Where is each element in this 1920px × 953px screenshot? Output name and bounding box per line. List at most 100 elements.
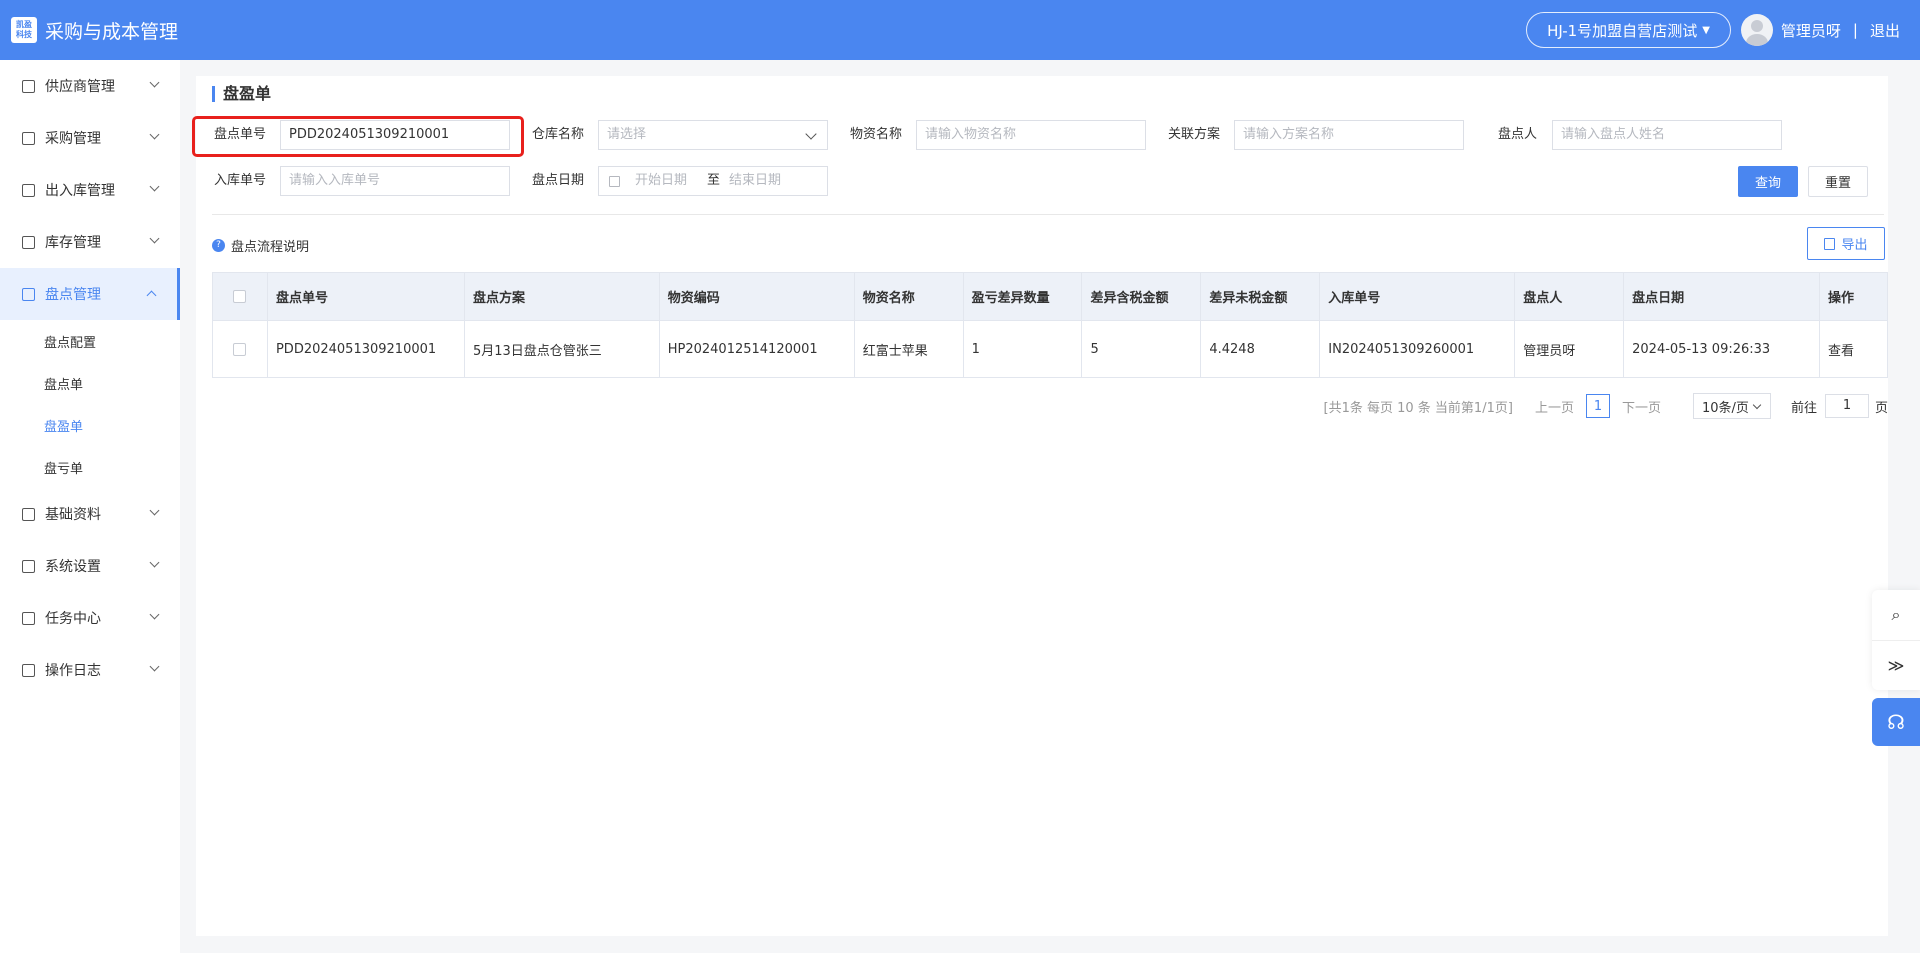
chevron-down-icon <box>149 609 160 620</box>
row-checkbox[interactable] <box>233 342 247 356</box>
sidebar-item-settings[interactable]: 系统设置 <box>0 540 180 592</box>
purchase-icon <box>22 131 35 145</box>
col-header: 操作 <box>1818 272 1889 321</box>
floating-tools: ⌕ ≫ <box>1872 590 1920 690</box>
sidebar-item-label: 任务中心 <box>45 611 101 627</box>
view-link[interactable]: 查看 <box>1818 320 1889 378</box>
material-input[interactable]: 请输入物资名称 <box>916 120 1146 150</box>
material-label: 物资名称 <box>850 127 903 142</box>
plan-input[interactable]: 请输入方案名称 <box>1234 120 1464 150</box>
logo: 凯盈 科技 <box>11 17 37 43</box>
page-size-select[interactable]: 10条/页 <box>1692 393 1771 419</box>
divider <box>212 214 1884 215</box>
stocktake-no-input[interactable]: PDD2024051309210001 <box>280 120 510 150</box>
top-header: 凯盈 科技 采购与成本管理 HJ-1号加盟自营店测试 ▼ 管理员呀 | 退出 <box>0 0 1920 60</box>
basic-data-icon <box>22 507 35 521</box>
prev-page-button[interactable]: 上一页 <box>1535 397 1574 416</box>
sidebar-item-purchase[interactable]: 采购管理 <box>0 112 180 164</box>
cell-counter: 管理员呀 <box>1514 320 1625 378</box>
date-start[interactable]: 开始日期 <box>635 167 687 195</box>
page-unit-label: 页 <box>1874 400 1888 416</box>
sidebar-item-supplier[interactable]: 供应商管理 <box>0 60 180 112</box>
plan-label: 关联方案 <box>1168 127 1221 142</box>
sidebar-item-label: 系统设置 <box>45 559 101 575</box>
stocktake-no-link[interactable]: PDD2024051309210001 <box>266 320 465 378</box>
export-label: 导出 <box>1841 238 1868 253</box>
process-help-label: 盘点流程说明 <box>231 240 310 255</box>
stocktake-no-label: 盘点单号 <box>214 127 267 142</box>
sidebar-item-stocktake[interactable]: 盘点管理 <box>0 268 180 320</box>
chevron-down-icon <box>1752 400 1762 410</box>
header-right: HJ-1号加盟自营店测试 ▼ 管理员呀 | 退出 <box>1526 0 1900 60</box>
next-page-button[interactable]: 下一页 <box>1622 397 1661 416</box>
col-header: 入库单号 <box>1319 272 1516 321</box>
chevron-down-icon <box>149 129 160 140</box>
cell-material-code: HP2024012514120001 <box>658 320 855 378</box>
process-help-link[interactable]: ? 盘点流程说明 <box>212 236 309 255</box>
inbound-no-link[interactable]: IN2024051309260001 <box>1319 320 1516 378</box>
warehouse-label: 仓库名称 <box>532 127 585 142</box>
collapse-icon[interactable]: ≫ <box>1872 640 1920 690</box>
sidebar-subitem-config[interactable]: 盘点配置 <box>0 320 180 362</box>
cell-diff-tax-amount: 5 <box>1081 320 1202 378</box>
question-icon: ? <box>212 239 225 252</box>
page-number-current[interactable]: 1 <box>1585 394 1610 418</box>
date-range-picker[interactable]: 开始日期 至 结束日期 <box>598 166 828 196</box>
pagination-summary: [共1条 每页 10 条 当前第1/1页] <box>1323 400 1513 416</box>
link-icon[interactable]: ⌕ <box>1872 590 1920 640</box>
sidebar-item-basic-data[interactable]: 基础资料 <box>0 488 180 540</box>
chevron-down-icon <box>149 661 160 672</box>
chevron-down-icon <box>805 128 817 140</box>
sidebar-item-label: 基础资料 <box>45 507 101 523</box>
date-end[interactable]: 结束日期 <box>729 167 781 195</box>
col-header: 差异含税金额 <box>1081 272 1202 321</box>
avatar[interactable] <box>1740 14 1773 46</box>
sidebar-item-label: 出入库管理 <box>45 183 115 199</box>
chevron-down-icon <box>149 77 160 88</box>
store-selector[interactable]: HJ-1号加盟自营店测试 ▼ <box>1526 12 1731 48</box>
sidebar-subitem-stocktake-order[interactable]: 盘点单 <box>0 362 180 404</box>
sidebar: 供应商管理 采购管理 出入库管理 库存管理 盘点管理 盘点配置 盘点单 盘盈单 … <box>0 60 180 953</box>
store-name: HJ-1号加盟自营店测试 <box>1547 21 1698 40</box>
supplier-icon <box>22 79 35 93</box>
customer-service-icon[interactable]: ☊ <box>1872 698 1920 746</box>
goto-label: 前往 <box>1790 400 1817 416</box>
sidebar-item-task[interactable]: 任务中心 <box>0 592 180 644</box>
col-header: 盘点日期 <box>1623 272 1820 321</box>
reset-button[interactable]: 重置 <box>1808 166 1868 197</box>
table-row: PDD2024051309210001 5月13日盘点仓管张三 HP202401… <box>212 320 1889 378</box>
sidebar-subitem-loss-order[interactable]: 盘亏单 <box>0 446 180 488</box>
cell-material-name: 红富士苹果 <box>853 320 964 378</box>
sidebar-subitem-surplus-order[interactable]: 盘盈单 <box>0 404 180 446</box>
inbound-no-input[interactable]: 请输入入库单号 <box>280 166 510 196</box>
date-separator: 至 <box>707 173 721 188</box>
sidebar-item-label: 操作日志 <box>45 663 101 679</box>
page-size-value: 10条/页 <box>1701 400 1749 416</box>
counter-input[interactable]: 请输入盘点人姓名 <box>1552 120 1782 150</box>
pagination: [共1条 每页 10 条 当前第1/1页] 上一页 1 下一页 10条/页 前往… <box>1324 393 1888 419</box>
export-button[interactable]: 导出 <box>1807 227 1885 260</box>
select-all-checkbox[interactable] <box>233 290 247 303</box>
chevron-down-icon <box>149 557 160 568</box>
logo-line2: 科技 <box>16 30 32 39</box>
caret-down-icon: ▼ <box>1702 24 1710 36</box>
col-header: 盘点方案 <box>463 272 660 321</box>
sidebar-item-inventory[interactable]: 库存管理 <box>0 216 180 268</box>
query-button[interactable]: 查询 <box>1738 166 1798 197</box>
logout-link[interactable]: 退出 <box>1870 20 1900 41</box>
counter-label: 盘点人 <box>1498 127 1538 142</box>
sidebar-item-label: 供应商管理 <box>45 79 115 95</box>
sidebar-item-inout[interactable]: 出入库管理 <box>0 164 180 216</box>
stocktake-icon <box>22 287 35 301</box>
inbound-no-label: 入库单号 <box>214 173 267 188</box>
sidebar-item-log[interactable]: 操作日志 <box>0 644 180 696</box>
calendar-icon <box>609 176 620 187</box>
warehouse-select[interactable]: 请选择 <box>598 120 828 150</box>
logo-line1: 凯盈 <box>16 20 32 29</box>
chevron-down-icon <box>149 233 160 244</box>
select-all-cell <box>212 272 268 321</box>
goto-page-input[interactable]: 1 <box>1824 394 1869 418</box>
settings-icon <box>22 559 35 573</box>
export-icon <box>1824 237 1836 250</box>
username[interactable]: 管理员呀 <box>1781 20 1841 41</box>
